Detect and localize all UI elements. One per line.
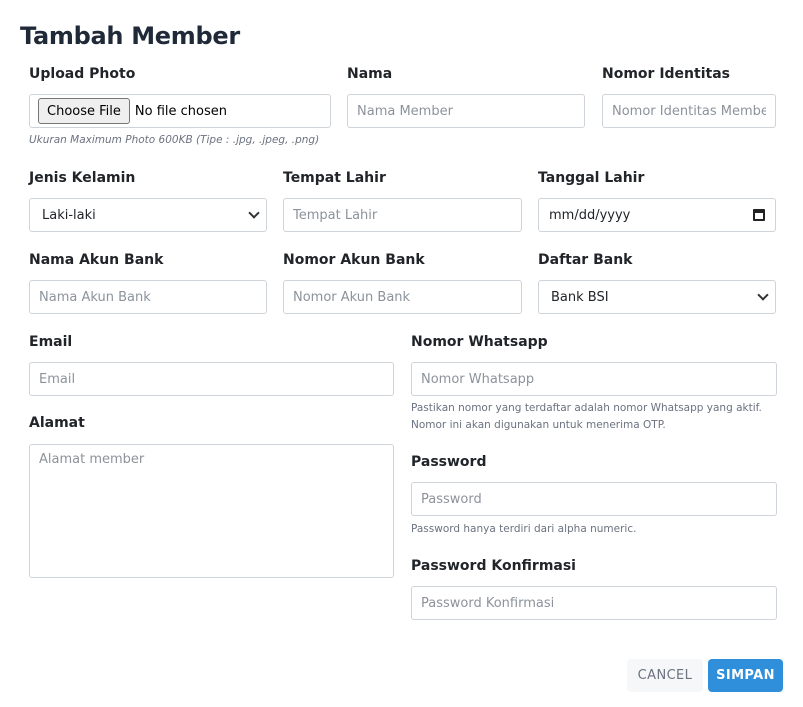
email-label: Email xyxy=(29,334,73,350)
alamat-label: Alamat xyxy=(29,415,85,431)
chevron-down-icon xyxy=(248,207,260,219)
whatsapp-hint-line2: Nomor ini akan digunakan untuk menerima … xyxy=(411,419,666,431)
nomor-whatsapp-input[interactable] xyxy=(411,362,777,396)
nomor-whatsapp-label: Nomor Whatsapp xyxy=(411,334,548,350)
jenis-kelamin-value: Laki-laki xyxy=(42,207,96,223)
upload-photo-label: Upload Photo xyxy=(29,66,136,82)
nama-akun-bank-label: Nama Akun Bank xyxy=(29,252,164,268)
jenis-kelamin-label: Jenis Kelamin xyxy=(29,170,136,186)
daftar-bank-select[interactable]: Bank BSI xyxy=(538,280,776,314)
jenis-kelamin-select[interactable]: Laki-laki xyxy=(29,198,267,232)
file-status-text: No file chosen xyxy=(134,103,227,119)
tempat-lahir-input[interactable] xyxy=(283,198,522,232)
upload-photo-field[interactable]: Choose File No file chosen xyxy=(29,94,331,128)
nomor-akun-bank-input[interactable] xyxy=(283,280,522,314)
alamat-textarea[interactable] xyxy=(29,444,394,578)
tempat-lahir-label: Tempat Lahir xyxy=(283,170,386,186)
password-konfirmasi-input[interactable] xyxy=(411,586,777,620)
page-title: Tambah Member xyxy=(20,22,240,50)
email-input[interactable] xyxy=(29,362,394,396)
nomor-identitas-input[interactable] xyxy=(602,94,776,128)
daftar-bank-value: Bank BSI xyxy=(551,289,609,305)
password-label: Password xyxy=(411,454,487,470)
upload-photo-hint: Ukuran Maximum Photo 600KB (Tipe : .jpg,… xyxy=(29,134,320,146)
calendar-icon[interactable] xyxy=(753,209,765,221)
nomor-akun-bank-label: Nomor Akun Bank xyxy=(283,252,425,268)
password-input[interactable] xyxy=(411,482,777,516)
whatsapp-hint-line1: Pastikan nomor yang terdaftar adalah nom… xyxy=(411,402,762,414)
password-konfirmasi-label: Password Konfirmasi xyxy=(411,558,576,574)
tanggal-lahir-label: Tanggal Lahir xyxy=(538,170,645,186)
choose-file-button[interactable]: Choose File xyxy=(38,98,130,124)
password-hint: Password hanya terdiri dari alpha numeri… xyxy=(411,523,637,535)
date-placeholder: mm/dd/yyyy xyxy=(549,207,631,223)
nama-label: Nama xyxy=(347,66,393,82)
daftar-bank-label: Daftar Bank xyxy=(538,252,633,268)
save-button[interactable]: SIMPAN xyxy=(708,659,783,692)
tanggal-lahir-date-input[interactable]: mm/dd/yyyy xyxy=(538,198,776,232)
cancel-button[interactable]: CANCEL xyxy=(627,659,703,692)
nomor-identitas-label: Nomor Identitas xyxy=(602,66,730,82)
nama-akun-bank-input[interactable] xyxy=(29,280,267,314)
chevron-down-icon xyxy=(757,289,769,301)
nama-input[interactable] xyxy=(347,94,585,128)
